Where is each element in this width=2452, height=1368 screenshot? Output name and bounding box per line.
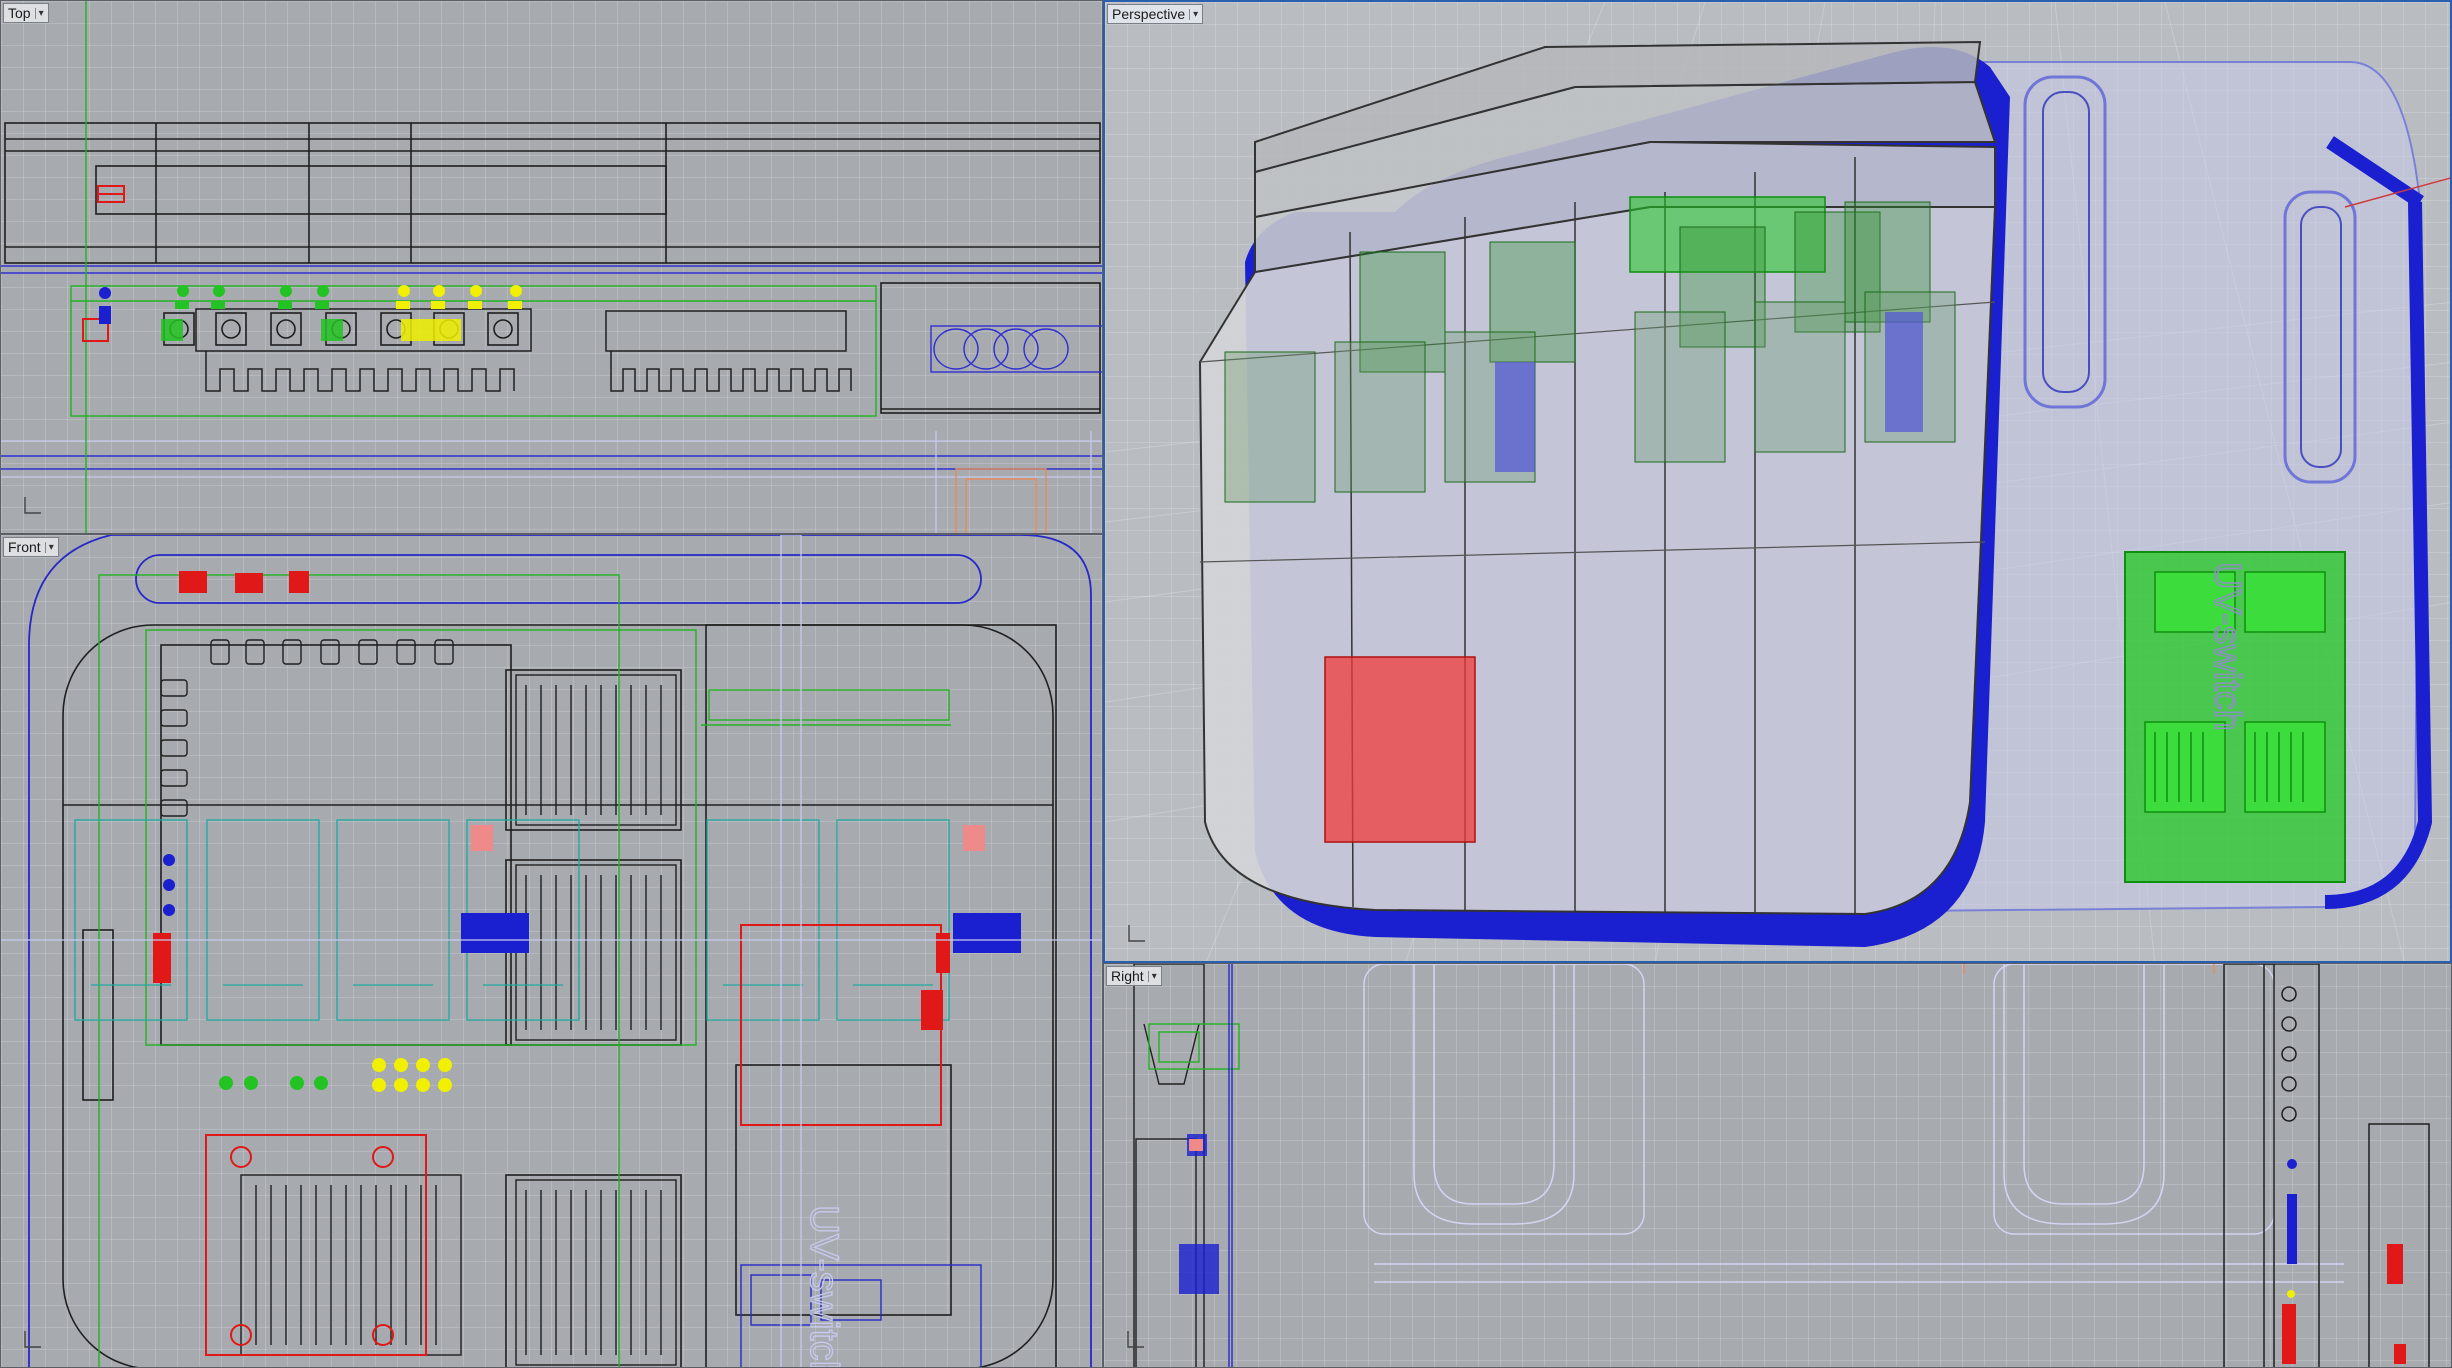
caret-down-icon[interactable]: ▾: [44, 541, 54, 553]
viewport-front[interactable]: Front ▾ UV-switch: [0, 534, 1103, 1368]
heatsink-1: [515, 674, 677, 826]
viewport-label-right[interactable]: Right ▾: [1106, 966, 1162, 986]
top-view-drawing: [1, 1, 1102, 533]
viewport-title-top: Top: [8, 5, 31, 21]
caret-down-icon[interactable]: ▾: [34, 7, 44, 19]
engraved-text-perspective: UV-switch: [2206, 562, 2248, 731]
perspective-view-drawing: UV-switch: [1105, 2, 2450, 961]
viewport-label-top[interactable]: Top ▾: [3, 3, 49, 23]
front-view-drawing: UV-switch: [1, 535, 1102, 1368]
viewport-title-right: Right: [1111, 968, 1144, 984]
axis-icon: [1127, 1331, 1144, 1348]
right-view-drawing: [1133, 964, 2430, 1367]
viewport-top[interactable]: Top ▾: [0, 0, 1103, 534]
engraved-text-front: UV-switch: [802, 1205, 846, 1368]
viewport-title-front: Front: [8, 539, 41, 555]
axis-icon: [1128, 925, 1145, 942]
viewport-label-front[interactable]: Front ▾: [3, 537, 59, 557]
axis-icon: [24, 497, 41, 514]
caret-down-icon[interactable]: ▾: [1189, 8, 1198, 20]
viewport-perspective[interactable]: Perspective ▾ UV-switch: [1103, 0, 2452, 963]
viewport-title-perspective: Perspective: [1112, 6, 1186, 22]
axis-icon: [24, 1331, 41, 1348]
viewport-right[interactable]: Right ▾: [1103, 963, 2452, 1368]
caret-down-icon[interactable]: ▾: [1147, 970, 1157, 982]
viewport-label-perspective[interactable]: Perspective ▾: [1107, 4, 1204, 24]
